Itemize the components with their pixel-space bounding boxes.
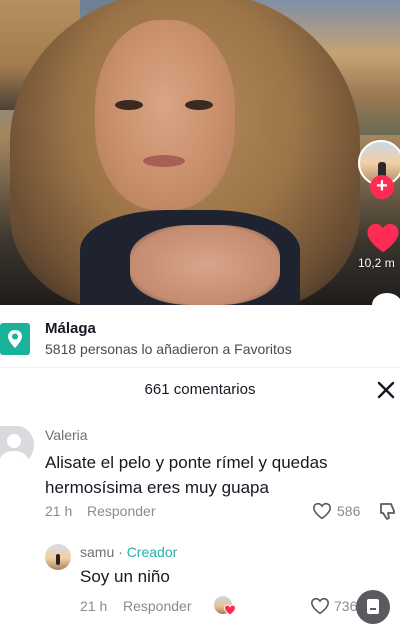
heart-icon[interactable] (366, 222, 400, 254)
reply-button[interactable]: Responder (87, 503, 156, 519)
dislike-icon[interactable] (378, 501, 398, 521)
video-player[interactable] (0, 0, 400, 305)
eye-left (115, 100, 143, 110)
heart-outline-icon[interactable] (310, 597, 330, 615)
reply-button[interactable]: Responder (123, 598, 192, 614)
location-name: Málaga (45, 320, 96, 337)
mouth (143, 155, 185, 167)
location-row[interactable]: Málaga 5818 personas lo añadieron a Favo… (0, 305, 400, 367)
comment-time: 21 h (45, 503, 73, 519)
reply-text: Soy un niño (80, 567, 170, 586)
avatar-body (0, 451, 28, 464)
comment-text: Alisate el pelo y ponte rímel y quedas h… (45, 453, 328, 497)
heart-outline-icon[interactable] (312, 502, 332, 520)
eye-right (185, 100, 213, 110)
video-subject-hands (130, 225, 280, 305)
creator-liked-badge (214, 596, 236, 616)
location-pin-icon (0, 323, 30, 355)
comment-like-count: 586 (337, 503, 361, 519)
avatar[interactable] (45, 544, 71, 570)
video-like-count: 10,2 m (358, 256, 395, 270)
avatar-head (7, 434, 21, 448)
heart-icon (224, 604, 236, 616)
floating-action-button[interactable] (356, 590, 390, 624)
comments-count: 661 comentarios (144, 381, 256, 398)
reply-like-count: 736 (334, 598, 358, 614)
separator-dot: · (118, 544, 123, 560)
close-icon[interactable] (376, 380, 396, 400)
reply-author[interactable]: samu (80, 544, 114, 560)
avatar[interactable] (0, 426, 34, 464)
follow-plus-icon[interactable]: + (370, 175, 394, 199)
comment-author[interactable]: Valeria (45, 427, 88, 443)
creator-badge: Creador (126, 544, 178, 560)
reply-time: 21 h (80, 598, 108, 614)
location-favorites-text: 5818 personas lo añadieron a Favoritos (45, 341, 292, 357)
reply-author-line: samu · Creador (80, 544, 177, 560)
avatar-silhouette (56, 554, 60, 565)
document-icon (367, 599, 379, 614)
video-subject-face (95, 20, 235, 210)
divider (0, 367, 400, 368)
